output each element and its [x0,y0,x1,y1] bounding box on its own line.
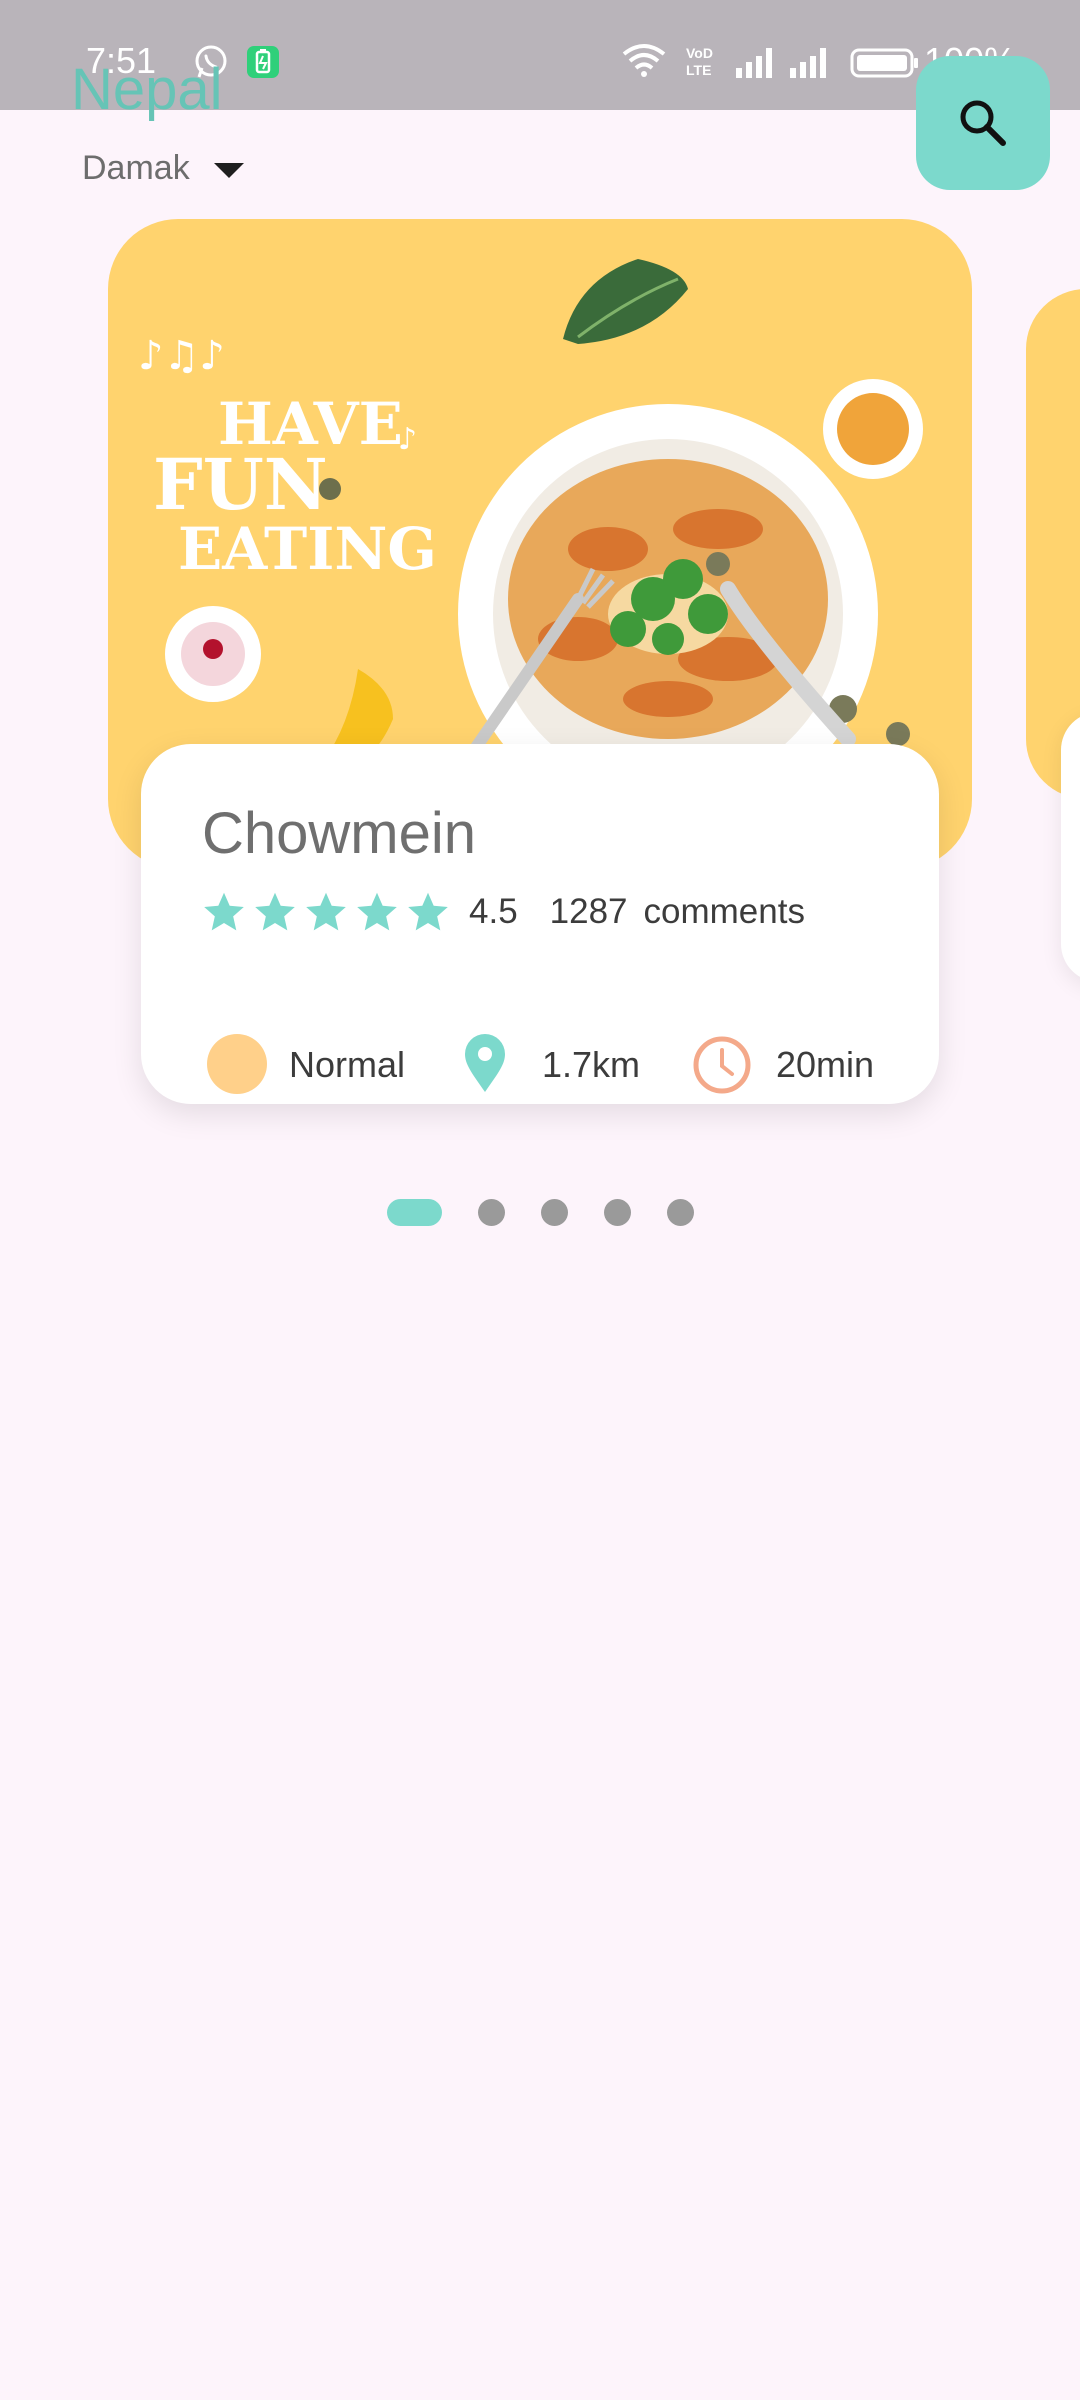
next-food-card-info[interactable] [1061,712,1080,982]
time-label: 20min [776,1044,875,1085]
star-icon [357,892,397,931]
volte-icon: VoD LTE [686,45,713,78]
battery-icon [850,48,918,78]
pagination-dots [387,1198,730,1226]
caret-down-icon [213,162,244,178]
rating-value: 4.5 [469,892,518,931]
level-label: Normal [289,1044,406,1085]
image-text-eating: EATING [178,515,437,583]
pagination-dot[interactable] [604,1198,631,1226]
food-info-card[interactable]: Chowmein 4.5 1287 comments Normal 1.7km … [141,744,939,1104]
meta-row: Normal 1.7km 20min [141,1034,939,1094]
location-pin-icon [465,1034,505,1092]
signal-icon [736,48,772,78]
image-text-fun: FUN [153,443,328,526]
pagination-dot[interactable] [478,1198,505,1226]
distance-label: 1.7km [542,1044,641,1085]
battery-saver-icon [247,46,279,78]
wifi-icon [622,44,666,77]
comments-label: comments [643,892,805,931]
star-icon [306,892,346,931]
city-dropdown[interactable]: Damak [82,146,244,190]
search-button[interactable] [916,56,1050,190]
level-dot-icon [207,1034,267,1094]
star-icon [408,892,448,931]
pagination-dot[interactable] [667,1198,694,1226]
svg-text:♪♫♪: ♪♫♪ [138,333,225,379]
svg-text:LTE: LTE [686,62,711,78]
search-icon [960,100,1006,146]
city-label: Damak [82,148,190,187]
clock-icon [693,1036,751,1094]
country-title: Nepal [71,57,223,122]
signal-icon [790,48,826,78]
comments-count: 1287 [549,892,628,931]
rating-row: 4.5 1287 comments [202,890,805,934]
pagination-dot-active[interactable] [387,1198,442,1226]
rating-stars [202,890,457,934]
food-name: Chowmein [202,801,476,866]
star-icon [255,892,295,931]
pagination-dot[interactable] [541,1198,568,1226]
star-icon [204,892,244,931]
svg-text:VoD: VoD [686,45,713,61]
